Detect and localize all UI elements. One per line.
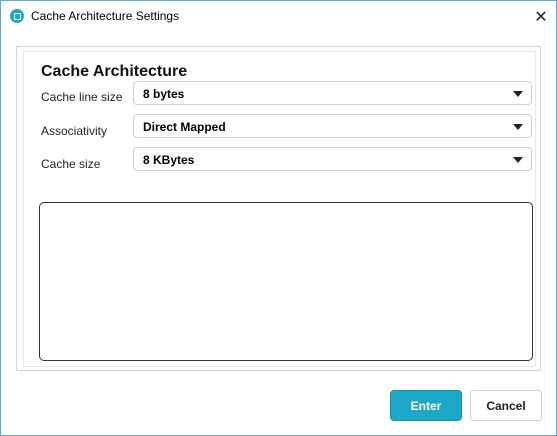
cancel-button[interactable]: Cancel — [470, 390, 542, 421]
section-title: Cache Architecture — [41, 63, 188, 80]
title-bar[interactable]: Cache Architecture Settings ✕ — [1, 1, 556, 32]
cache-line-size-select[interactable]: 8 bytes — [133, 81, 532, 105]
cache-architecture-group: Cache Architecture Cache line size 8 byt… — [23, 51, 536, 367]
chevron-down-icon — [513, 91, 523, 97]
chevron-down-icon — [513, 124, 523, 130]
chevron-down-icon — [513, 157, 523, 163]
cache-line-size-label: Cache line size — [41, 90, 123, 104]
settings-panel: Cache Architecture Cache line size 8 byt… — [16, 46, 541, 371]
output-textarea[interactable] — [39, 202, 533, 361]
associativity-select[interactable]: Direct Mapped — [133, 114, 532, 138]
cache-icon — [10, 9, 24, 23]
close-icon[interactable]: ✕ — [526, 1, 556, 32]
associativity-value: Direct Mapped — [143, 120, 226, 134]
associativity-label: Associativity — [41, 124, 108, 138]
cache-size-select[interactable]: 8 KBytes — [133, 147, 532, 171]
cache-line-size-value: 8 bytes — [143, 87, 185, 101]
cache-size-label: Cache size — [41, 157, 101, 171]
window-title: Cache Architecture Settings — [31, 9, 180, 23]
dialog-window: Cache Architecture Settings ✕ Cache Arch… — [0, 0, 557, 436]
cache-size-value: 8 KBytes — [143, 153, 195, 167]
enter-button[interactable]: Enter — [390, 390, 462, 421]
